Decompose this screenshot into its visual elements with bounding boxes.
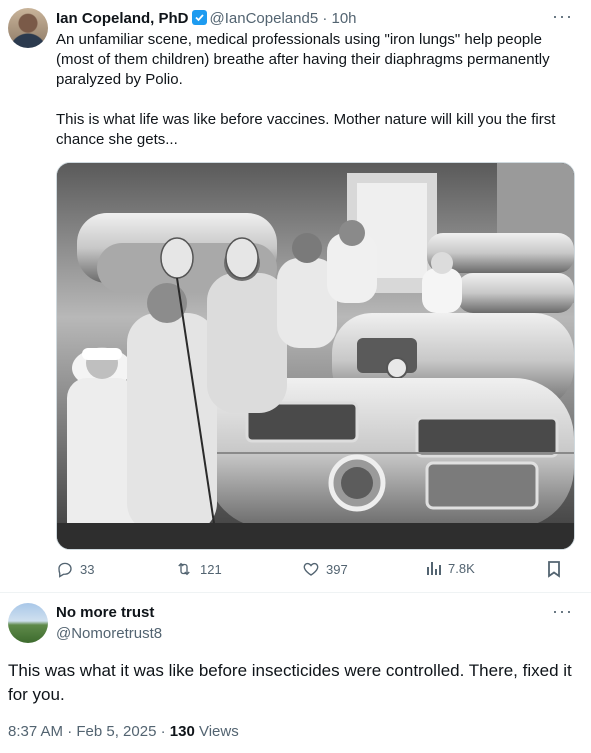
repost-count: 121 [200,561,222,577]
author-name[interactable]: Ian Copeland, PhD [56,10,189,27]
author-avatar[interactable] [8,8,48,48]
tweet-actions: 33 121 397 7.8K [56,560,576,582]
reply-count: 33 [80,561,95,577]
heart-icon [303,562,319,576]
repost-icon [178,562,190,576]
reply-author-avatar[interactable] [8,603,48,643]
like-count: 397 [326,561,348,577]
author-handle[interactable]: @IanCopeland5 [210,10,319,27]
tweet-text-paragraph-2: This is what life was like before vaccin… [56,111,556,148]
tweet-header: Ian Copeland, PhD @IanCopeland5 · 10h [56,10,357,28]
bookmark-button[interactable] [546,560,562,578]
verified-badge-icon [191,10,207,25]
reply-author-handle[interactable]: @Nomoretrust8 [56,625,162,643]
main-tweet: Ian Copeland, PhD @IanCopeland5 · 10h ···… [0,0,591,590]
reply-timestamp[interactable]: 8:37 AM · Feb 5, 2025 · [8,723,170,740]
like-button[interactable]: 397 [302,560,348,578]
bookmark-icon [548,561,560,578]
views-button[interactable]: 7.8K [426,560,475,576]
tweet-time[interactable]: 10h [332,10,357,27]
reply-icon [58,562,72,578]
more-options-icon[interactable]: ··· [552,6,573,27]
repost-button[interactable]: 121 [174,560,222,578]
reply-text: This was what it was like before insecti… [8,661,572,704]
reply-views-count: 130 [169,723,195,740]
reply-meta: 8:37 AM · Feb 5, 2025 · 130 Views [8,723,239,740]
reply-author-name[interactable]: No more trust [56,604,154,622]
reply-tweet: No more trust @Nomoretrust8 ··· This was… [0,592,591,753]
separator-dot: · [322,10,328,27]
views-count: 7.8K [448,560,475,576]
reply-button[interactable]: 33 [56,560,94,578]
photo-illustration [57,163,574,549]
tweet-photo[interactable] [56,162,575,550]
tweet-text-paragraph-1: An unfamiliar scene, medical professiona… [56,31,550,88]
tweet-text: An unfamiliar scene, medical professiona… [56,30,576,170]
reply-views-label: Views [194,723,239,740]
reply-more-options-icon[interactable]: ··· [552,601,573,622]
analytics-icon [427,562,441,575]
